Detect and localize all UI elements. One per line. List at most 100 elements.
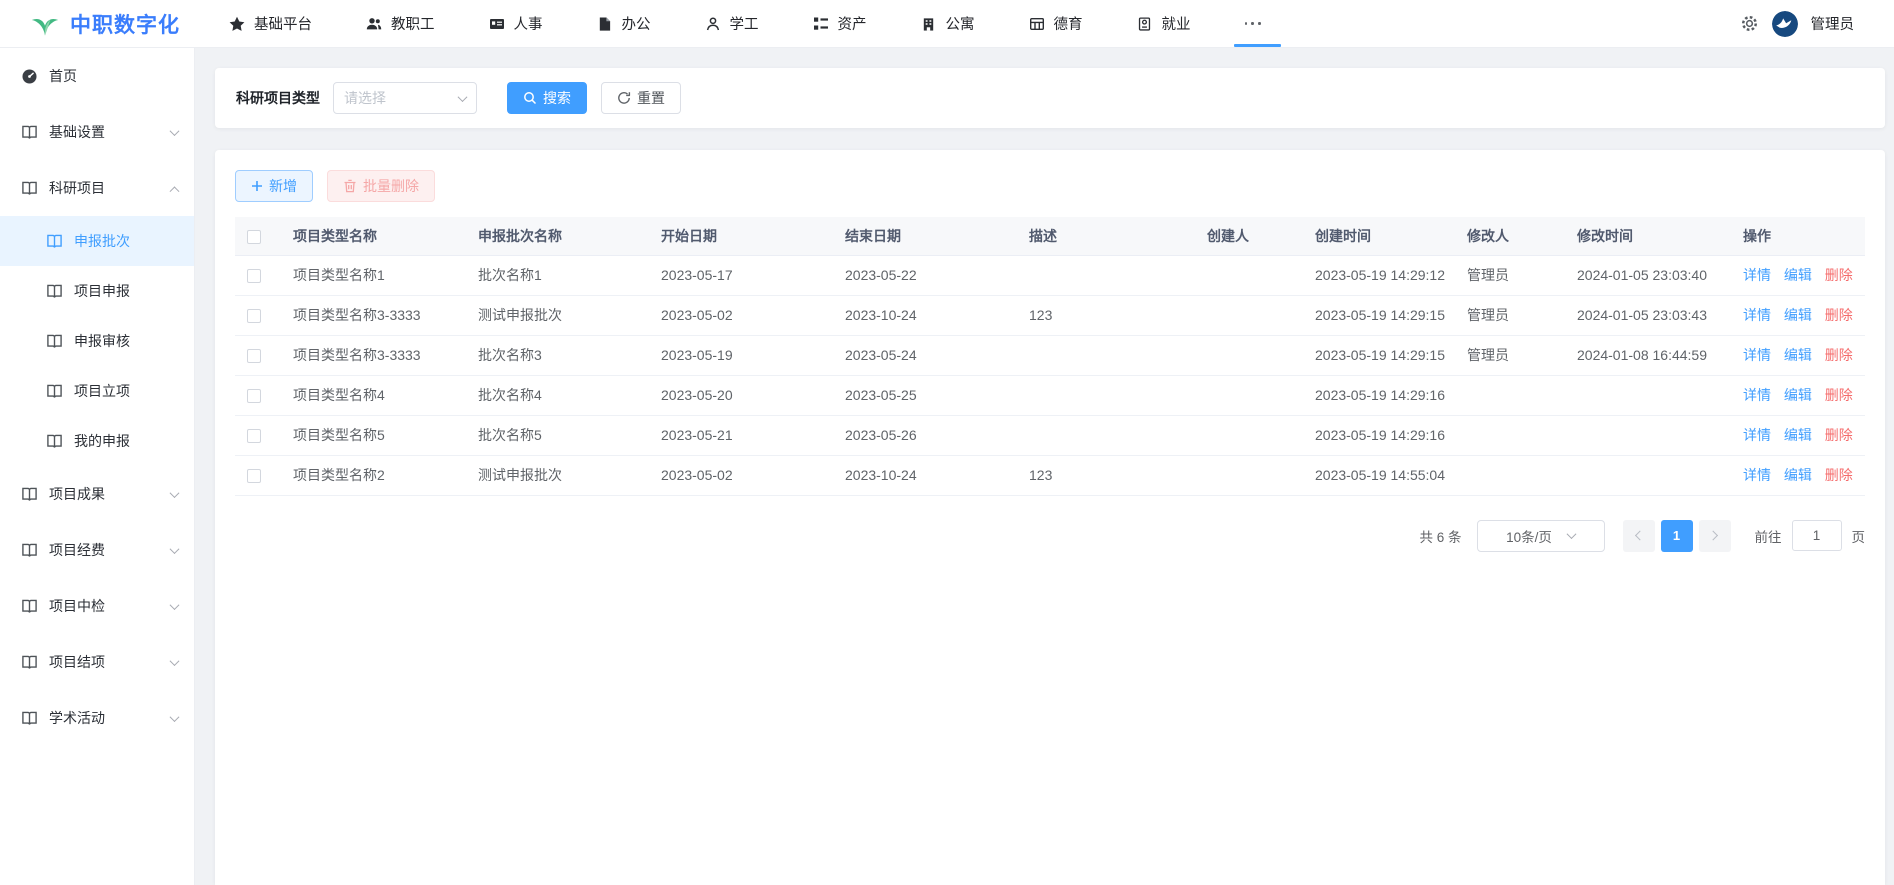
- batch-delete-button[interactable]: 批量删除: [327, 170, 435, 202]
- project-type-select[interactable]: 请选择: [333, 82, 477, 114]
- detail-link[interactable]: 详情: [1743, 427, 1771, 443]
- detail-link[interactable]: 详情: [1743, 347, 1771, 363]
- nav-item-more[interactable]: [1218, 0, 1297, 47]
- star-icon: [229, 16, 245, 32]
- header-cell-modify-time: 修改时间: [1565, 217, 1731, 255]
- header-cell-start-date: 开始日期: [649, 217, 833, 255]
- reset-button[interactable]: 重置: [601, 82, 681, 114]
- nav-item-staff[interactable]: 教职工: [339, 0, 462, 47]
- row-checkbox[interactable]: [247, 269, 261, 283]
- sidebar-item-research-projects[interactable]: 科研项目: [0, 160, 194, 216]
- delete-link[interactable]: 删除: [1825, 387, 1853, 403]
- row-checkbox[interactable]: [247, 309, 261, 323]
- sidebar-item-academic-activities[interactable]: 学术活动: [0, 690, 194, 746]
- nav-item-hr[interactable]: 人事: [462, 0, 570, 47]
- sidebar-item-basic-settings[interactable]: 基础设置: [0, 104, 194, 160]
- row-checkbox[interactable]: [247, 469, 261, 483]
- select-all-checkbox[interactable]: [247, 230, 261, 244]
- page-size-select[interactable]: 10条/页: [1477, 520, 1605, 552]
- nav-item-employment[interactable]: 就业: [1110, 0, 1218, 47]
- cell-actions: 详情 编辑 删除: [1731, 295, 1865, 335]
- calendar-grid-icon: [1029, 16, 1045, 32]
- table-body: 项目类型名称1 批次名称1 2023-05-17 2023-05-22 2023…: [235, 255, 1865, 495]
- avatar[interactable]: [1772, 11, 1798, 37]
- cell-creator: [1195, 255, 1303, 295]
- cell-checkbox: [235, 295, 281, 335]
- cell-actions: 详情 编辑 删除: [1731, 375, 1865, 415]
- sidebar-item-project-declare[interactable]: 项目申报: [0, 266, 194, 316]
- chevron-down-icon: [170, 488, 180, 498]
- page-number-button[interactable]: 1: [1661, 520, 1693, 552]
- leaf-logo-icon: [30, 11, 60, 37]
- delete-link[interactable]: 删除: [1825, 267, 1853, 283]
- sidebar-item-home[interactable]: 首页: [0, 48, 194, 104]
- book-icon: [21, 124, 38, 141]
- table-row: 项目类型名称4 批次名称4 2023-05-20 2023-05-25 2023…: [235, 375, 1865, 415]
- book-icon: [21, 710, 38, 727]
- sidebar-item-project-results[interactable]: 项目成果: [0, 466, 194, 522]
- cell-batch-name: 批次名称5: [466, 415, 649, 455]
- header-cell-creator: 创建人: [1195, 217, 1303, 255]
- row-checkbox[interactable]: [247, 389, 261, 403]
- nav-item-office[interactable]: 办公: [570, 0, 678, 47]
- nav-item-assets[interactable]: 资产: [786, 0, 894, 47]
- chevron-down-icon: [170, 544, 180, 554]
- edit-link[interactable]: 编辑: [1784, 467, 1812, 483]
- row-checkbox[interactable]: [247, 349, 261, 363]
- cell-start-date: 2023-05-19: [649, 335, 833, 375]
- row-checkbox[interactable]: [247, 429, 261, 443]
- book-icon: [21, 654, 38, 671]
- cell-type-name: 项目类型名称5: [281, 415, 466, 455]
- page-unit-label: 页: [1852, 526, 1866, 546]
- sidebar-item-declare-batch[interactable]: 申报批次: [0, 216, 194, 266]
- sidebar-item-project-closure[interactable]: 项目结项: [0, 634, 194, 690]
- top-bar: 中职数字化 基础平台 教职工 人事: [0, 0, 1894, 48]
- sidebar-item-project-approval[interactable]: 项目立项: [0, 366, 194, 416]
- nav-item-student[interactable]: 学工: [678, 0, 786, 47]
- nav-item-moral[interactable]: 德育: [1002, 0, 1110, 47]
- nav-item-dorm[interactable]: 公寓: [894, 0, 1002, 47]
- table-header-row: 项目类型名称 申报批次名称 开始日期 结束日期 描述 创建人 创建时间 修改人 …: [235, 217, 1865, 255]
- sidebar-item-my-declarations[interactable]: 我的申报: [0, 416, 194, 466]
- cell-modifier: [1455, 455, 1565, 495]
- app-logo: 中职数字化: [30, 0, 180, 47]
- detail-link[interactable]: 详情: [1743, 467, 1771, 483]
- gear-icon[interactable]: [1740, 14, 1759, 33]
- sidebar-item-project-midcheck[interactable]: 项目中检: [0, 578, 194, 634]
- cell-batch-name: 测试申报批次: [466, 455, 649, 495]
- detail-link[interactable]: 详情: [1743, 387, 1771, 403]
- prev-page-button[interactable]: [1623, 520, 1655, 552]
- detail-link[interactable]: 详情: [1743, 307, 1771, 323]
- edit-link[interactable]: 编辑: [1784, 347, 1812, 363]
- main-content: 科研项目类型 请选择 搜索 重置: [195, 48, 1894, 885]
- cell-start-date: 2023-05-17: [649, 255, 833, 295]
- search-button[interactable]: 搜索: [507, 82, 587, 114]
- edit-link[interactable]: 编辑: [1784, 267, 1812, 283]
- delete-link[interactable]: 删除: [1825, 467, 1853, 483]
- detail-link[interactable]: 详情: [1743, 267, 1771, 283]
- edit-link[interactable]: 编辑: [1784, 427, 1812, 443]
- delete-link[interactable]: 删除: [1825, 307, 1853, 323]
- book-icon: [21, 180, 38, 197]
- delete-link[interactable]: 删除: [1825, 427, 1853, 443]
- chevron-right-icon: [1708, 531, 1718, 541]
- cell-description: 123: [1017, 295, 1195, 335]
- app-title: 中职数字化: [70, 9, 180, 39]
- header-cell-type-name: 项目类型名称: [281, 217, 466, 255]
- current-user-name[interactable]: 管理员: [1811, 13, 1855, 34]
- edit-link[interactable]: 编辑: [1784, 387, 1812, 403]
- delete-link[interactable]: 删除: [1825, 347, 1853, 363]
- chevron-down-icon: [458, 92, 468, 102]
- student-icon: [705, 16, 721, 32]
- next-page-button[interactable]: [1699, 520, 1731, 552]
- sidebar-item-declare-review[interactable]: 申报审核: [0, 316, 194, 366]
- cell-create-time: 2023-05-19 14:29:16: [1303, 415, 1455, 455]
- edit-link[interactable]: 编辑: [1784, 307, 1812, 323]
- sidebar-item-project-funds[interactable]: 项目经费: [0, 522, 194, 578]
- cell-description: [1017, 255, 1195, 295]
- add-button[interactable]: 新增: [235, 170, 313, 202]
- nav-item-platform[interactable]: 基础平台: [202, 0, 339, 47]
- pagination: 共 6 条 10条/页 1 前往 页: [235, 520, 1865, 552]
- document-icon: [597, 16, 613, 32]
- goto-page-input[interactable]: [1792, 520, 1842, 551]
